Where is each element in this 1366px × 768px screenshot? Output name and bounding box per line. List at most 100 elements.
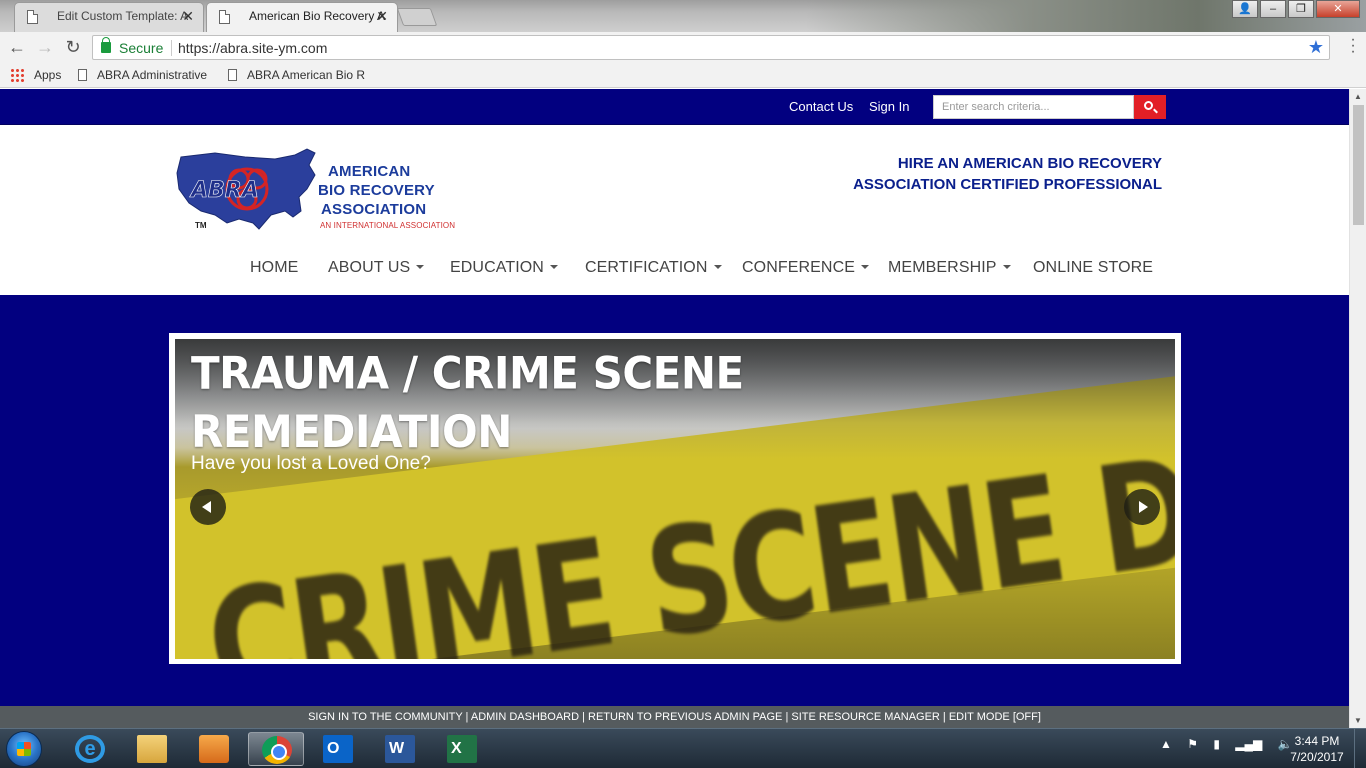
caret-down-icon [549,265,558,269]
scroll-down-icon[interactable]: ▼ [1354,716,1362,725]
bookmark-abra-administrative[interactable]: ABRA Administrative [78,68,207,82]
taskbar-excel[interactable]: X [434,732,490,766]
logo-line-4: AN INTERNATIONAL ASSOCIATION [320,221,456,230]
caret-down-icon [713,265,722,269]
user-icon[interactable]: 👤 [1232,0,1258,18]
nav-certification[interactable]: CERTIFICATION [585,259,722,277]
show-desktop-button[interactable] [1354,729,1366,768]
nav-conference[interactable]: CONFERENCE [742,259,870,277]
hero-slide[interactable]: CRIME SCENE DO NOT CROSS TRAUMA / CRIME … [175,339,1175,659]
slide-title: TRAUMA / CRIME SCENE REMEDIATION [191,344,744,462]
system-tray: ▲ ⚑ ▮ ▂▄▆ 🔈 [1160,737,1305,751]
bookmark-apps[interactable]: Apps [34,68,61,82]
tagline-line-1: HIRE AN AMERICAN BIO RECOVERY [897,155,1162,172]
admin-bar[interactable]: SIGN IN TO THE COMMUNITY | ADMIN DASHBOA… [0,706,1349,728]
taskbar-chrome[interactable] [248,732,304,766]
sign-in-link[interactable]: Sign In [869,99,909,114]
chrome-icon [262,736,292,764]
scroll-up-icon[interactable]: ▲ [1354,92,1362,101]
caret-down-icon [861,265,870,269]
tagline-line-2: ASSOCIATION CERTIFIED PROFESSIONAL [853,176,1162,193]
nav-label: CERTIFICATION [585,259,708,276]
browser-tabstrip: Edit Custom Template: A ✕ American Bio R… [0,0,1366,32]
taskbar-word[interactable]: W [372,732,428,766]
nav-label: EDUCATION [450,259,544,276]
security-label: Secure [119,40,164,56]
nav-label: ONLINE STORE [1033,259,1154,276]
header-tagline: HIRE AN AMERICAN BIO RECOVERY ASSOCIATIO… [840,153,1162,195]
taskbar-outlook[interactable]: O [310,732,366,766]
abra-logo[interactable]: ABRA TM AMERICAN BIO RECOVERY ASSOCIATIO… [175,145,460,245]
slider-next-arrow-icon[interactable] [1124,489,1160,525]
caret-down-icon [1002,265,1011,269]
excel-icon: X [447,735,477,763]
outlook-icon: O [323,735,353,763]
close-tab-icon[interactable]: ✕ [376,3,388,30]
lock-icon [101,37,111,53]
clock-date: 7/20/2017 [1290,750,1344,764]
scroll-thumb[interactable] [1353,105,1364,225]
restore-button[interactable]: ❐ [1288,0,1314,18]
clock-time: 3:44 PM [1294,734,1340,748]
page-icon [228,69,237,81]
new-tab-button[interactable] [396,8,438,26]
search-icon [1144,101,1153,110]
system-clock[interactable]: 3:44 PM 7/20/2017 [1284,733,1350,765]
hero-slider: CRIME SCENE DO NOT CROSS TRAUMA / CRIME … [169,333,1181,664]
page-icon [27,10,38,24]
taskbar-internet-explorer[interactable]: e [62,732,118,766]
bookmark-label: ABRA American Bio R [247,68,366,82]
logo-line-3: ASSOCIATION [321,201,427,218]
contact-us-link[interactable]: Contact Us [789,99,853,114]
nav-education[interactable]: EDUCATION [450,259,558,277]
nav-membership[interactable]: MEMBERSHIP [888,259,1011,277]
show-hidden-icons-icon[interactable]: ▲ [1160,737,1172,751]
windows-taskbar: e O W X ▲ ⚑ ▮ ▂▄▆ 🔈 3:44 PM 7/20/2017 [0,728,1366,768]
slider-prev-arrow-icon[interactable] [190,489,226,525]
window-controls: 👤 ‒ ❐ ✕ [1230,0,1360,20]
search-button[interactable] [1134,95,1166,119]
minimize-button[interactable]: ‒ [1260,0,1286,18]
close-tab-icon[interactable]: ✕ [182,3,194,30]
address-bar[interactable]: Secure https://abra.site-ym.com ★ [92,35,1330,60]
apps-grid-icon[interactable] [10,68,24,82]
bookmark-abra-american-bio[interactable]: ABRA American Bio R [228,68,365,82]
url-text[interactable]: https://abra.site-ym.com [178,40,327,56]
forward-icon[interactable]: → [34,36,56,58]
network-signal-icon[interactable]: ▂▄▆ [1235,737,1262,751]
page-icon [78,69,87,81]
action-center-flag-icon[interactable]: ⚑ [1187,737,1198,751]
start-button[interactable] [6,731,42,767]
nav-online-store[interactable]: ONLINE STORE [1033,259,1153,277]
logo-emblem-text: ABRA [189,178,259,203]
internet-explorer-icon: e [75,735,105,763]
tab-edit-custom-template[interactable]: Edit Custom Template: A ✕ [14,2,204,32]
close-window-button[interactable]: ✕ [1316,0,1360,18]
page-scrollbar[interactable]: ▲ ▼ [1349,89,1366,728]
page-icon [219,10,230,24]
nav-label: CONFERENCE [742,259,856,276]
divider [171,40,172,56]
web-page: Contact Us Sign In Enter search criteria… [0,89,1349,706]
slide-subtitle: Have you lost a Loved One? [191,453,431,474]
battery-icon[interactable]: ▮ [1213,737,1220,751]
bookmark-star-icon[interactable]: ★ [1308,37,1324,58]
browser-menu-icon[interactable]: · · · [1350,32,1356,60]
back-icon[interactable]: ← [6,36,28,58]
slide-title-line-1: TRAUMA / CRIME SCENE [191,347,744,399]
folder-icon [137,735,167,763]
site-search-input[interactable]: Enter search criteria... [933,95,1134,119]
tab-american-bio-recovery[interactable]: American Bio Recovery A ✕ [206,2,398,32]
nav-about-us[interactable]: ABOUT US [328,259,425,277]
browser-toolbar: ← → ↻ Secure https://abra.site-ym.com ★ … [0,32,1366,62]
tab-title: American Bio Recovery A [249,9,386,23]
logo-line-1: AMERICAN [328,163,411,180]
taskbar-media-player[interactable] [186,732,242,766]
nav-home[interactable]: HOME [250,259,298,277]
word-icon: W [385,735,415,763]
nav-label: MEMBERSHIP [888,259,997,276]
reload-icon[interactable]: ↻ [62,36,84,58]
media-player-icon [199,735,229,763]
taskbar-file-explorer[interactable] [124,732,180,766]
tab-title: Edit Custom Template: A [57,9,189,23]
